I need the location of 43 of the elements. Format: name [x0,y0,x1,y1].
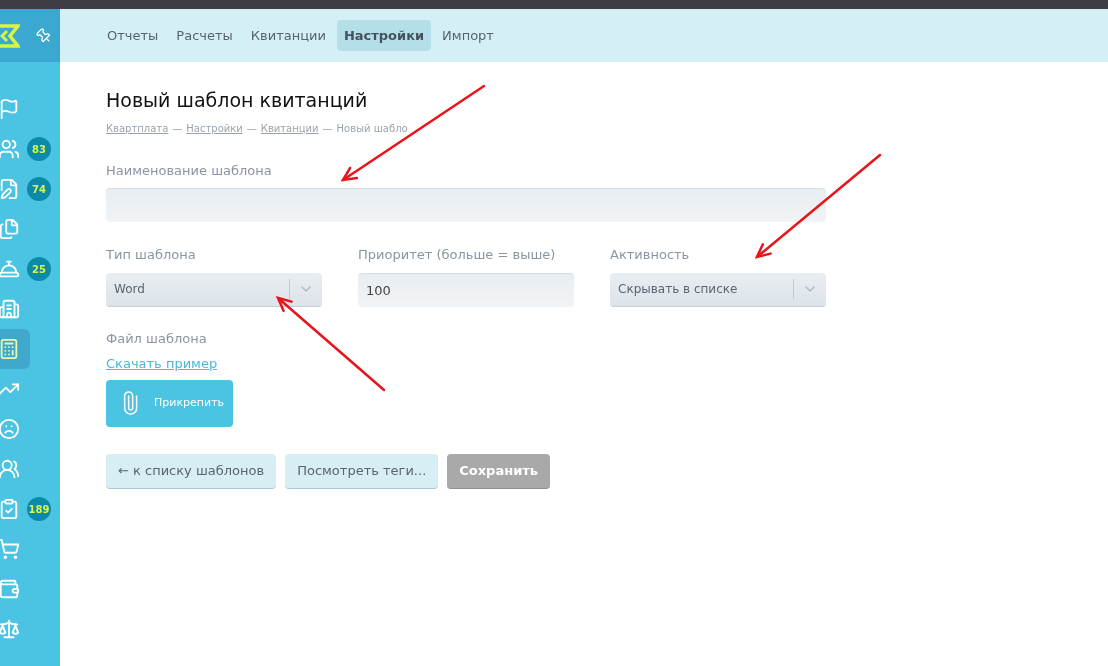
breadcrumb-link[interactable]: Квартплата [106,120,169,136]
nav-tab[interactable]: Импорт [435,20,501,51]
input-field[interactable] [106,188,826,222]
building-icon [0,298,20,320]
cart-icon [0,538,20,560]
count-badge: 74 [27,177,51,201]
nav-tab[interactable]: Отчеты [100,20,166,51]
count-badge: 25 [27,257,51,281]
input-field[interactable]: 100 [358,272,574,307]
field-label: Приоритет (больше = выше) [358,246,557,264]
logo-icon [0,22,20,49]
people-icon [0,138,20,160]
dropdown[interactable]: Скрывать в списке [610,272,826,307]
breadcrumb-link[interactable]: Настройки [186,120,243,136]
field-label: Тип шаблона [106,246,197,264]
sad-face-icon [0,418,20,440]
reception-desk-icon [0,258,20,280]
page-title: Новый шаблон квитанций [106,88,369,113]
wallet-icon [0,578,20,600]
clipboard-check-icon [0,498,20,520]
sidebar-item[interactable] [0,329,30,369]
breadcrumb-separator: — [172,121,183,136]
breadcrumb-separator: — [246,121,257,136]
breadcrumb-link[interactable]: Квитанции [260,120,319,136]
action-button[interactable]: Посмотреть теги... [285,453,439,489]
calculator-icon [0,338,20,360]
edit-document-icon [0,178,20,200]
count-badge: 83 [27,137,51,161]
field-label: Файл шаблона [106,329,208,348]
flag-icon [0,98,20,120]
nav-tab[interactable]: Настройки [336,20,432,51]
field-label: Активность [610,246,691,264]
scales-icon [0,618,20,640]
documents-icon [0,218,20,240]
dropdown[interactable]: Word [106,272,322,307]
nav-tab[interactable]: Расчеты [169,20,240,51]
count-badge: 189 [27,497,51,521]
team-icon [0,458,20,480]
field-label: Наименование шаблона [106,161,273,180]
nav-tab[interactable]: Квитанции [243,20,333,51]
action-button[interactable]: ← к списку шаблонов [106,453,277,489]
breadcrumb-separator: — [322,121,333,136]
breadcrumb-current: Новый шабло [336,121,408,136]
